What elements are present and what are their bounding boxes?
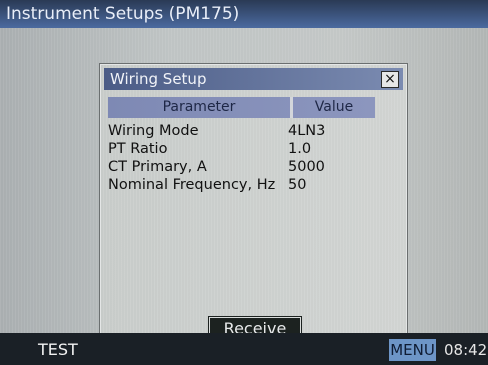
table-row[interactable]: Nominal Frequency, Hz 50 — [108, 176, 368, 194]
parameter-name: PT Ratio — [108, 141, 168, 157]
parameter-value: 4LN3 — [288, 123, 326, 139]
parameter-value: 1.0 — [288, 141, 312, 157]
table-row[interactable]: Wiring Mode 4LN3 — [108, 122, 368, 140]
column-header-value: Value — [314, 99, 354, 115]
table-row[interactable]: PT Ratio 1.0 — [108, 140, 368, 158]
screen-area: Wiring Setup × Parameter Value Wiring Mo… — [0, 28, 488, 355]
clock-time: 08:42 — [444, 341, 488, 359]
parameter-name: Wiring Mode — [108, 123, 199, 139]
status-bar: TEST MENU 08:42 — [0, 333, 488, 365]
window-title-bar: Instrument Setups (PM175) — [0, 0, 488, 28]
table-row[interactable]: CT Primary, A 5000 — [108, 158, 368, 176]
parameter-value: 5000 — [288, 159, 325, 175]
parameter-name: Nominal Frequency, Hz — [108, 177, 276, 193]
window-title: Instrument Setups (PM175) — [6, 4, 240, 24]
dialog-title: Wiring Setup — [110, 70, 207, 88]
table-header: Parameter Value — [108, 97, 375, 118]
dialog-title-bar: Wiring Setup × — [104, 68, 403, 90]
wiring-setup-dialog: Wiring Setup × Parameter Value Wiring Mo… — [99, 63, 408, 355]
parameter-name: CT Primary, A — [108, 159, 207, 175]
parameter-value: 50 — [288, 177, 307, 193]
parameter-table: Wiring Mode 4LN3 PT Ratio 1.0 CT Primary… — [108, 122, 368, 194]
column-header-parameter: Parameter — [108, 97, 293, 118]
status-text: TEST — [38, 340, 78, 359]
close-icon[interactable]: × — [381, 71, 399, 88]
menu-button[interactable]: MENU — [389, 339, 436, 361]
